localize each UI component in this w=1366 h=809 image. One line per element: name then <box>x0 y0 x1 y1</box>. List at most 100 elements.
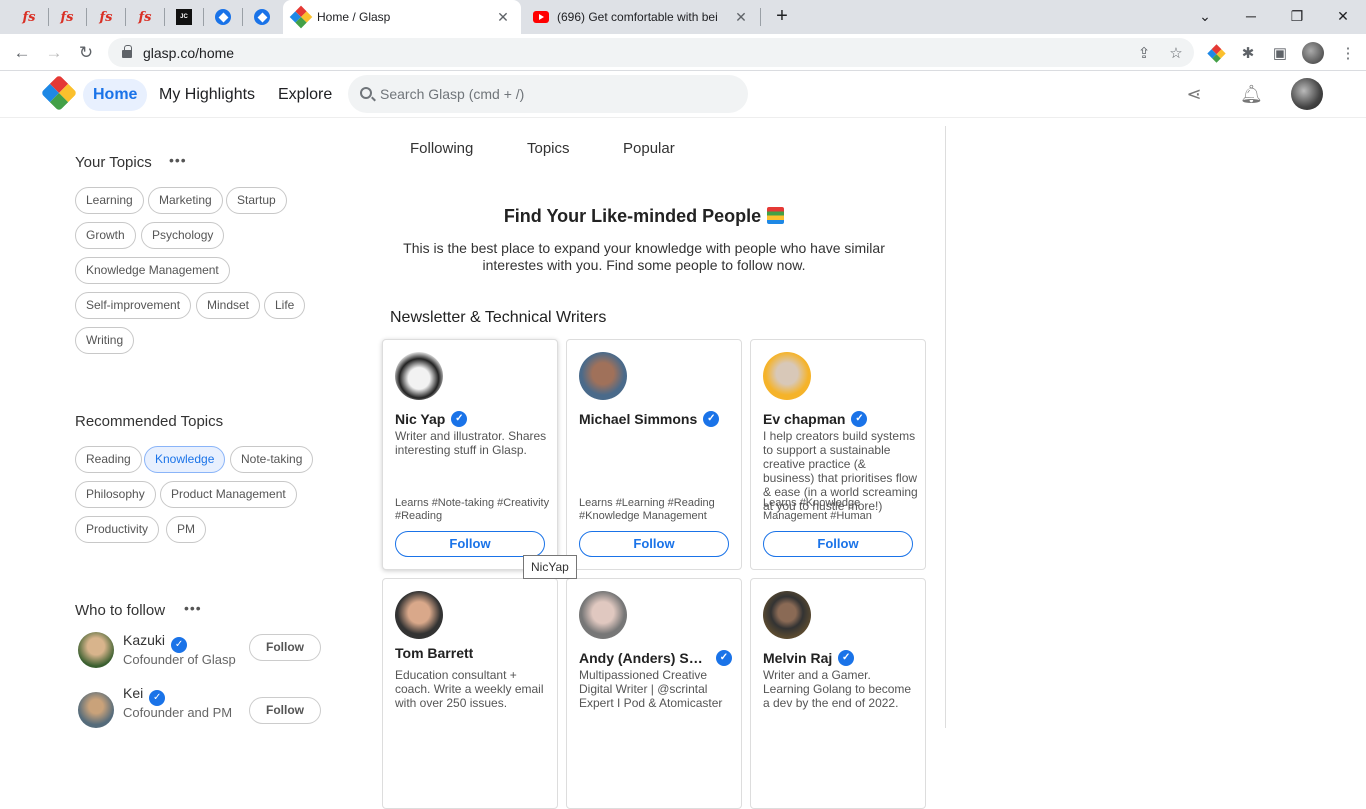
glasp-logo-icon <box>289 5 313 29</box>
user-name[interactable]: Nic Yap ✓ <box>395 406 555 427</box>
close-icon[interactable]: ✕ <box>495 9 511 25</box>
nav-my-highlights[interactable]: My Highlights <box>149 79 265 111</box>
address-bar[interactable]: glasp.co/home <box>108 38 1194 67</box>
forward-arrow-icon[interactable]: → <box>41 40 67 66</box>
profile-avatar-icon[interactable] <box>1302 42 1324 64</box>
topic-chip[interactable]: Writing <box>75 327 135 354</box>
tab-topics[interactable]: Topics <box>527 140 570 157</box>
user-card[interactable]: Tom Barrett Education consultant + coach… <box>382 578 558 809</box>
pinned-tab-blue-1[interactable] <box>205 5 241 29</box>
avatar[interactable] <box>763 591 811 639</box>
url-text: glasp.co/home <box>143 44 235 61</box>
back-arrow-icon[interactable]: ← <box>9 40 35 66</box>
topic-chip[interactable]: Self-improvement <box>75 292 192 319</box>
avatar[interactable] <box>395 591 443 639</box>
tab-separator <box>242 8 243 26</box>
avatar[interactable] <box>78 632 114 668</box>
topic-chip[interactable]: Marketing <box>148 187 223 214</box>
follow-button[interactable]: Follow <box>395 531 545 557</box>
topic-chip[interactable]: Startup <box>226 187 287 214</box>
user-name-text: Nic Yap <box>395 411 446 427</box>
minimize-button[interactable]: ─ <box>1236 4 1266 28</box>
side-panel-icon[interactable]: ▣ <box>1270 43 1290 63</box>
share-icon[interactable]: ⋖ <box>1183 83 1205 105</box>
topic-chip[interactable]: Psychology <box>141 222 225 249</box>
pinned-tab-fs-2[interactable]: fs <box>49 5 85 29</box>
topic-chip[interactable]: Philosophy <box>75 481 156 508</box>
topic-chip[interactable]: Productivity <box>75 516 160 543</box>
topic-chip[interactable]: Note-taking <box>230 446 314 473</box>
more-options-icon[interactable]: ••• <box>184 600 202 616</box>
tab-search-chevron-icon[interactable]: ⌄ <box>1190 4 1220 28</box>
tab-following[interactable]: Following <box>410 140 473 157</box>
nav-explore[interactable]: Explore <box>268 79 342 111</box>
user-name[interactable]: Kei ✓ <box>123 685 166 706</box>
share-page-icon[interactable]: ⇪ <box>1134 43 1154 63</box>
verified-badge-icon: ✓ <box>149 690 166 706</box>
topic-chip[interactable]: Product Management <box>160 481 297 508</box>
tab-youtube[interactable]: (696) Get comfortable with being ✕ <box>523 0 759 34</box>
reload-icon[interactable]: ↻ <box>73 40 99 66</box>
who-to-follow-title: Who to follow <box>75 602 166 619</box>
user-name[interactable]: Melvin Raj ✓ <box>763 645 923 666</box>
user-card[interactable]: Melvin Raj ✓ Writer and a Gamer. Learning… <box>750 578 926 809</box>
avatar[interactable] <box>763 352 811 400</box>
user-name-text: Michael Simmons <box>579 411 698 427</box>
new-tab-button[interactable]: + <box>770 5 794 29</box>
restore-button[interactable]: ❐ <box>1282 4 1312 28</box>
topic-chip[interactable]: Growth <box>75 222 136 249</box>
pinned-tab-fs-4[interactable]: fs <box>127 5 163 29</box>
topic-chip-selected[interactable]: Knowledge <box>144 446 226 473</box>
glasp-logo-icon[interactable] <box>40 74 78 112</box>
user-card[interactable]: Michael Simmons ✓ Learns #Learning #Readi… <box>566 339 742 570</box>
section-title: Newsletter & Technical Writers <box>390 309 607 326</box>
more-options-icon[interactable]: ••• <box>169 152 187 168</box>
pinned-tab-jc[interactable]: JC <box>166 5 202 29</box>
follow-button[interactable]: Follow <box>763 531 913 557</box>
tab-popular[interactable]: Popular <box>623 140 675 157</box>
user-bio: Writer and a Gamer. Learning Golang to b… <box>763 668 912 710</box>
user-card[interactable]: Andy (Anders) Sp... ✓ Multipassioned Crea… <box>566 578 742 809</box>
follow-button[interactable]: Follow <box>249 697 321 724</box>
glasp-extension-icon[interactable] <box>1206 43 1226 63</box>
topic-chip[interactable]: Knowledge Management <box>75 257 230 284</box>
topic-chip[interactable]: Mindset <box>196 292 261 319</box>
nav-home[interactable]: Home <box>83 79 148 111</box>
topic-chip[interactable]: Learning <box>75 187 144 214</box>
avatar[interactable] <box>579 591 627 639</box>
menu-kebab-icon[interactable]: ⋮ <box>1338 43 1358 63</box>
bookmark-star-icon[interactable]: ☆ <box>1166 43 1186 63</box>
user-card[interactable]: Nic Yap ✓ Writer and illustrator. Shares … <box>382 339 558 570</box>
blue-diamond-icon <box>215 9 231 25</box>
tab-separator <box>760 8 761 26</box>
search-input[interactable]: Search Glasp (cmd + /) <box>348 75 748 113</box>
follow-button[interactable]: Follow <box>579 531 729 557</box>
tooltip: NicYap <box>523 555 577 579</box>
topic-chip[interactable]: Reading <box>75 446 142 473</box>
user-name[interactable]: Tom Barrett <box>395 645 555 661</box>
follow-button[interactable]: Follow <box>249 634 321 661</box>
user-card[interactable]: Ev chapman ✓ I help creators build system… <box>750 339 926 570</box>
verified-badge-icon: ✓ <box>716 650 732 666</box>
user-name[interactable]: Andy (Anders) Sp... ✓ <box>579 645 739 666</box>
avatar[interactable] <box>395 352 443 400</box>
user-name[interactable]: Michael Simmons ✓ <box>579 406 739 427</box>
avatar[interactable] <box>78 692 114 728</box>
tab-glasp-home[interactable]: Home / Glasp ✕ <box>283 0 521 34</box>
browser-tab-strip: fs fs fs fs JC Home / Glasp ✕ (696) Get … <box>0 0 1366 34</box>
user-name[interactable]: Kazuki ✓ <box>123 632 188 653</box>
tab-separator <box>86 8 87 26</box>
pinned-tab-fs-3[interactable]: fs <box>88 5 124 29</box>
close-icon[interactable]: ✕ <box>733 9 749 25</box>
window-close-button[interactable]: ✕ <box>1328 4 1358 28</box>
user-name[interactable]: Ev chapman ✓ <box>763 406 923 427</box>
tab-separator <box>125 8 126 26</box>
extensions-puzzle-icon[interactable]: ✱ <box>1238 43 1258 63</box>
pinned-tab-fs-1[interactable]: fs <box>11 5 47 29</box>
pinned-tab-blue-2[interactable] <box>244 5 280 29</box>
bell-icon[interactable]: 🔔︎ <box>1240 83 1263 105</box>
topic-chip[interactable]: PM <box>166 516 206 543</box>
avatar[interactable] <box>1291 78 1323 110</box>
avatar[interactable] <box>579 352 627 400</box>
topic-chip[interactable]: Life <box>264 292 306 319</box>
